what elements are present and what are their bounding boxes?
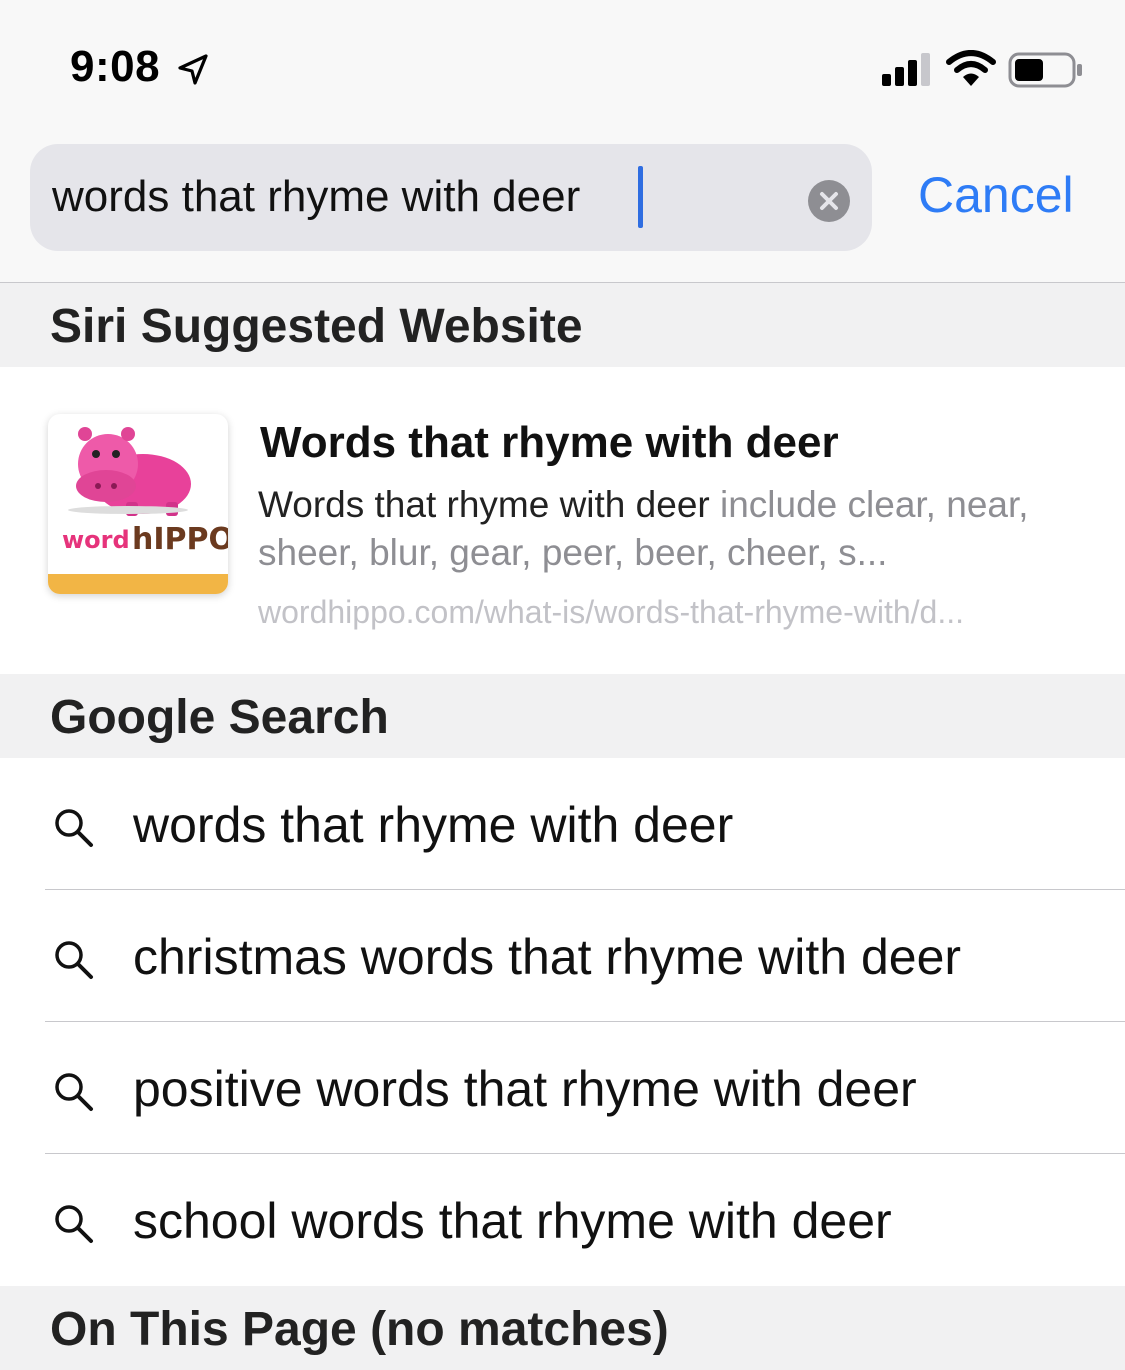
suggestion-text: positive words that rhyme with deer: [133, 1061, 917, 1117]
location-arrow-icon: [178, 54, 208, 85]
result-title: Words that rhyme with deer: [260, 418, 839, 467]
section-title: Google Search: [50, 691, 389, 744]
suggestion-text: words that rhyme with deer: [133, 797, 734, 853]
search-input[interactable]: words that rhyme with deer: [30, 144, 872, 251]
section-title: Siri Suggested Website: [50, 300, 583, 353]
search-icon: [55, 941, 93, 979]
top-bar: 9:08 words that rhyme with deer Cancel: [0, 0, 1125, 283]
search-suggestion-item[interactable]: words that rhyme with deer: [0, 758, 1125, 890]
wordhippo-logo: word hIPPO: [48, 414, 228, 594]
siri-suggested-header: Siri Suggested Website: [0, 283, 1125, 367]
logo-text-word: word: [62, 526, 130, 554]
search-icon: [55, 809, 93, 847]
suggestion-text: christmas words that rhyme with deer: [133, 929, 962, 985]
logo-bar: [48, 574, 228, 594]
search-icon: [55, 1073, 93, 1111]
search-query-text: words that rhyme with deer: [52, 172, 581, 221]
status-time: 9:08: [70, 42, 161, 91]
google-search-header: Google Search: [0, 674, 1125, 758]
logo-text-hippo: hIPPO: [132, 522, 228, 557]
search-suggestion-item[interactable]: positive words that rhyme with deer: [0, 1022, 1125, 1154]
result-url: wordhippo.com/what-is/words-that-rhyme-w…: [258, 594, 965, 630]
result-description: Words that rhyme with deer include clear…: [258, 481, 1078, 577]
cancel-button[interactable]: Cancel: [918, 166, 1074, 224]
result-description-highlight: Words that rhyme with deer: [258, 484, 710, 525]
hippo-logo-icon: [68, 427, 191, 516]
section-title: On This Page (no matches): [50, 1303, 669, 1356]
suggestion-text: school words that rhyme with deer: [133, 1193, 892, 1249]
on-this-page-header: On This Page (no matches): [0, 1286, 1125, 1370]
search-icon: [55, 1205, 93, 1243]
search-suggestion-item[interactable]: christmas words that rhyme with deer: [0, 890, 1125, 1022]
clear-search-button[interactable]: [808, 180, 850, 222]
wifi-icon: [946, 50, 996, 86]
battery-icon: [1008, 52, 1082, 88]
cellular-signal-icon: [882, 53, 930, 86]
clear-x-icon: [820, 192, 838, 210]
text-caret: [638, 166, 643, 228]
search-suggestion-item[interactable]: school words that rhyme with deer: [0, 1154, 1125, 1286]
